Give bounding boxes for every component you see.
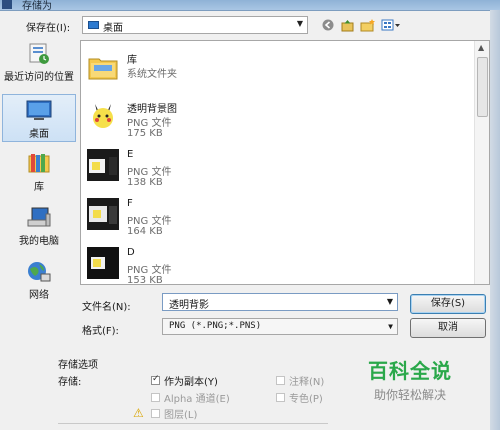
title-bar: 存储为 (0, 0, 500, 12)
back-arrow-icon[interactable] (321, 18, 335, 32)
desktop-icon (88, 21, 99, 29)
place-desktop[interactable]: 桌面 (2, 94, 76, 142)
place-label: 库 (34, 182, 44, 193)
format-value: PNG (*.PNG;*.PNS) (169, 321, 262, 331)
vertical-scrollbar[interactable]: ▲ (474, 41, 489, 284)
place-computer[interactable]: 我的电脑 (2, 206, 76, 252)
file-item[interactable]: 库 系统文件夹 (85, 47, 465, 95)
filename-label: 文件名(N): (82, 302, 131, 313)
save-in-label: 保存在(I): (26, 23, 71, 34)
file-type: 系统文件夹 (127, 69, 177, 80)
format-dropdown[interactable]: PNG (*.PNG;*.PNS) ▼ (162, 318, 398, 335)
image-thumbnail-icon (87, 247, 119, 279)
up-folder-icon[interactable] (340, 18, 354, 32)
scroll-up-icon[interactable]: ▲ (478, 43, 484, 52)
library-icon (26, 152, 52, 176)
place-label: 桌面 (29, 129, 49, 140)
new-folder-icon[interactable] (359, 18, 375, 32)
file-size: 138 KB (127, 177, 163, 188)
layers-label: 图层(L) (164, 410, 198, 421)
computer-icon (26, 206, 52, 230)
app-icon (2, 0, 12, 9)
chevron-down-icon: ▼ (388, 322, 393, 331)
checkbox-box[interactable] (151, 393, 160, 402)
file-type: PNG 文件 (127, 167, 172, 178)
file-name: E (127, 149, 134, 160)
cancel-button[interactable]: 取消 (410, 318, 486, 338)
alpha-channel-checkbox[interactable]: Alpha 通道(E) (151, 390, 230, 405)
pikachu-thumbnail-icon (87, 100, 119, 132)
place-network[interactable]: 网络 (2, 260, 76, 306)
spot-color-checkbox[interactable]: 专色(P) (276, 390, 323, 405)
warning-icon: ⚠ (133, 406, 144, 420)
file-type: PNG 文件 (127, 118, 172, 129)
checkbox-box[interactable] (276, 376, 285, 385)
file-name: 透明背景图 (127, 104, 177, 115)
file-size: 164 KB (127, 226, 163, 237)
chevron-down-icon: ▼ (296, 19, 303, 28)
places-bar: 最近访问的位置 桌面 库 我的电脑 网络 (2, 40, 76, 310)
file-type: PNG 文件 (127, 216, 172, 227)
save-button[interactable]: 保存(S) (410, 294, 486, 314)
place-recent[interactable]: 最近访问的位置 (2, 42, 76, 88)
file-size: 175 KB (127, 128, 163, 139)
file-item[interactable]: 透明背景图 PNG 文件 175 KB (85, 96, 465, 144)
file-item[interactable]: D PNG 文件 153 KB (85, 243, 465, 285)
divider (58, 423, 328, 424)
folder-icon (87, 51, 119, 83)
file-name: F (127, 198, 133, 209)
checkbox-box[interactable] (276, 393, 285, 402)
checkbox-box[interactable] (151, 374, 160, 385)
alpha-label: Alpha 通道(E) (164, 394, 230, 405)
file-size: 153 KB (127, 275, 163, 285)
format-label: 格式(F): (82, 326, 119, 337)
place-library[interactable]: 库 (2, 152, 76, 198)
window-title: 存储为 (22, 1, 52, 12)
scrollbar-thumb[interactable] (477, 57, 488, 117)
file-name: 库 (127, 55, 137, 66)
file-item[interactable]: E PNG 文件 138 KB (85, 145, 465, 193)
chevron-down-icon[interactable]: ▼ (387, 297, 393, 306)
save-in-dropdown[interactable]: 桌面 ▼ (82, 16, 308, 34)
filename-value: 透明背影 (169, 300, 209, 311)
view-menu-icon[interactable] (380, 18, 402, 32)
filename-input[interactable]: 透明背影 ▼ (162, 293, 398, 311)
file-type: PNG 文件 (127, 265, 172, 276)
checkbox-box[interactable] (151, 409, 160, 418)
network-icon (26, 260, 52, 284)
recent-places-icon (26, 42, 52, 66)
as-copy-label: 作为副本(Y) (164, 377, 218, 388)
file-list: 库 系统文件夹 透明背景图 PNG 文件 175 KB E PNG 文件 138… (80, 40, 490, 285)
layers-checkbox[interactable]: 图层(L) (151, 406, 197, 421)
notes-label: 注释(N) (289, 377, 325, 388)
save-options-title: 存储选项 (58, 360, 98, 371)
save-in-value: 桌面 (103, 23, 123, 34)
as-copy-checkbox[interactable]: 作为副本(Y) (151, 373, 218, 388)
spot-label: 专色(P) (289, 394, 323, 405)
watermark-title: 百科全说 (368, 359, 452, 383)
desktop-icon (26, 99, 52, 123)
watermark-logo: 百科全说 助你轻松解决 (340, 355, 480, 405)
notes-checkbox[interactable]: 注释(N) (276, 373, 324, 388)
place-label: 网络 (29, 290, 49, 301)
save-label: 存储: (58, 377, 82, 388)
image-thumbnail-icon (87, 198, 119, 230)
image-thumbnail-icon (87, 149, 119, 181)
watermark-subtitle: 助你轻松解决 (373, 388, 446, 402)
window-frame-edge (490, 10, 500, 430)
place-label: 我的电脑 (19, 236, 59, 247)
file-name: D (127, 247, 135, 258)
place-label: 最近访问的位置 (4, 72, 74, 83)
file-item[interactable]: F PNG 文件 164 KB (85, 194, 465, 242)
